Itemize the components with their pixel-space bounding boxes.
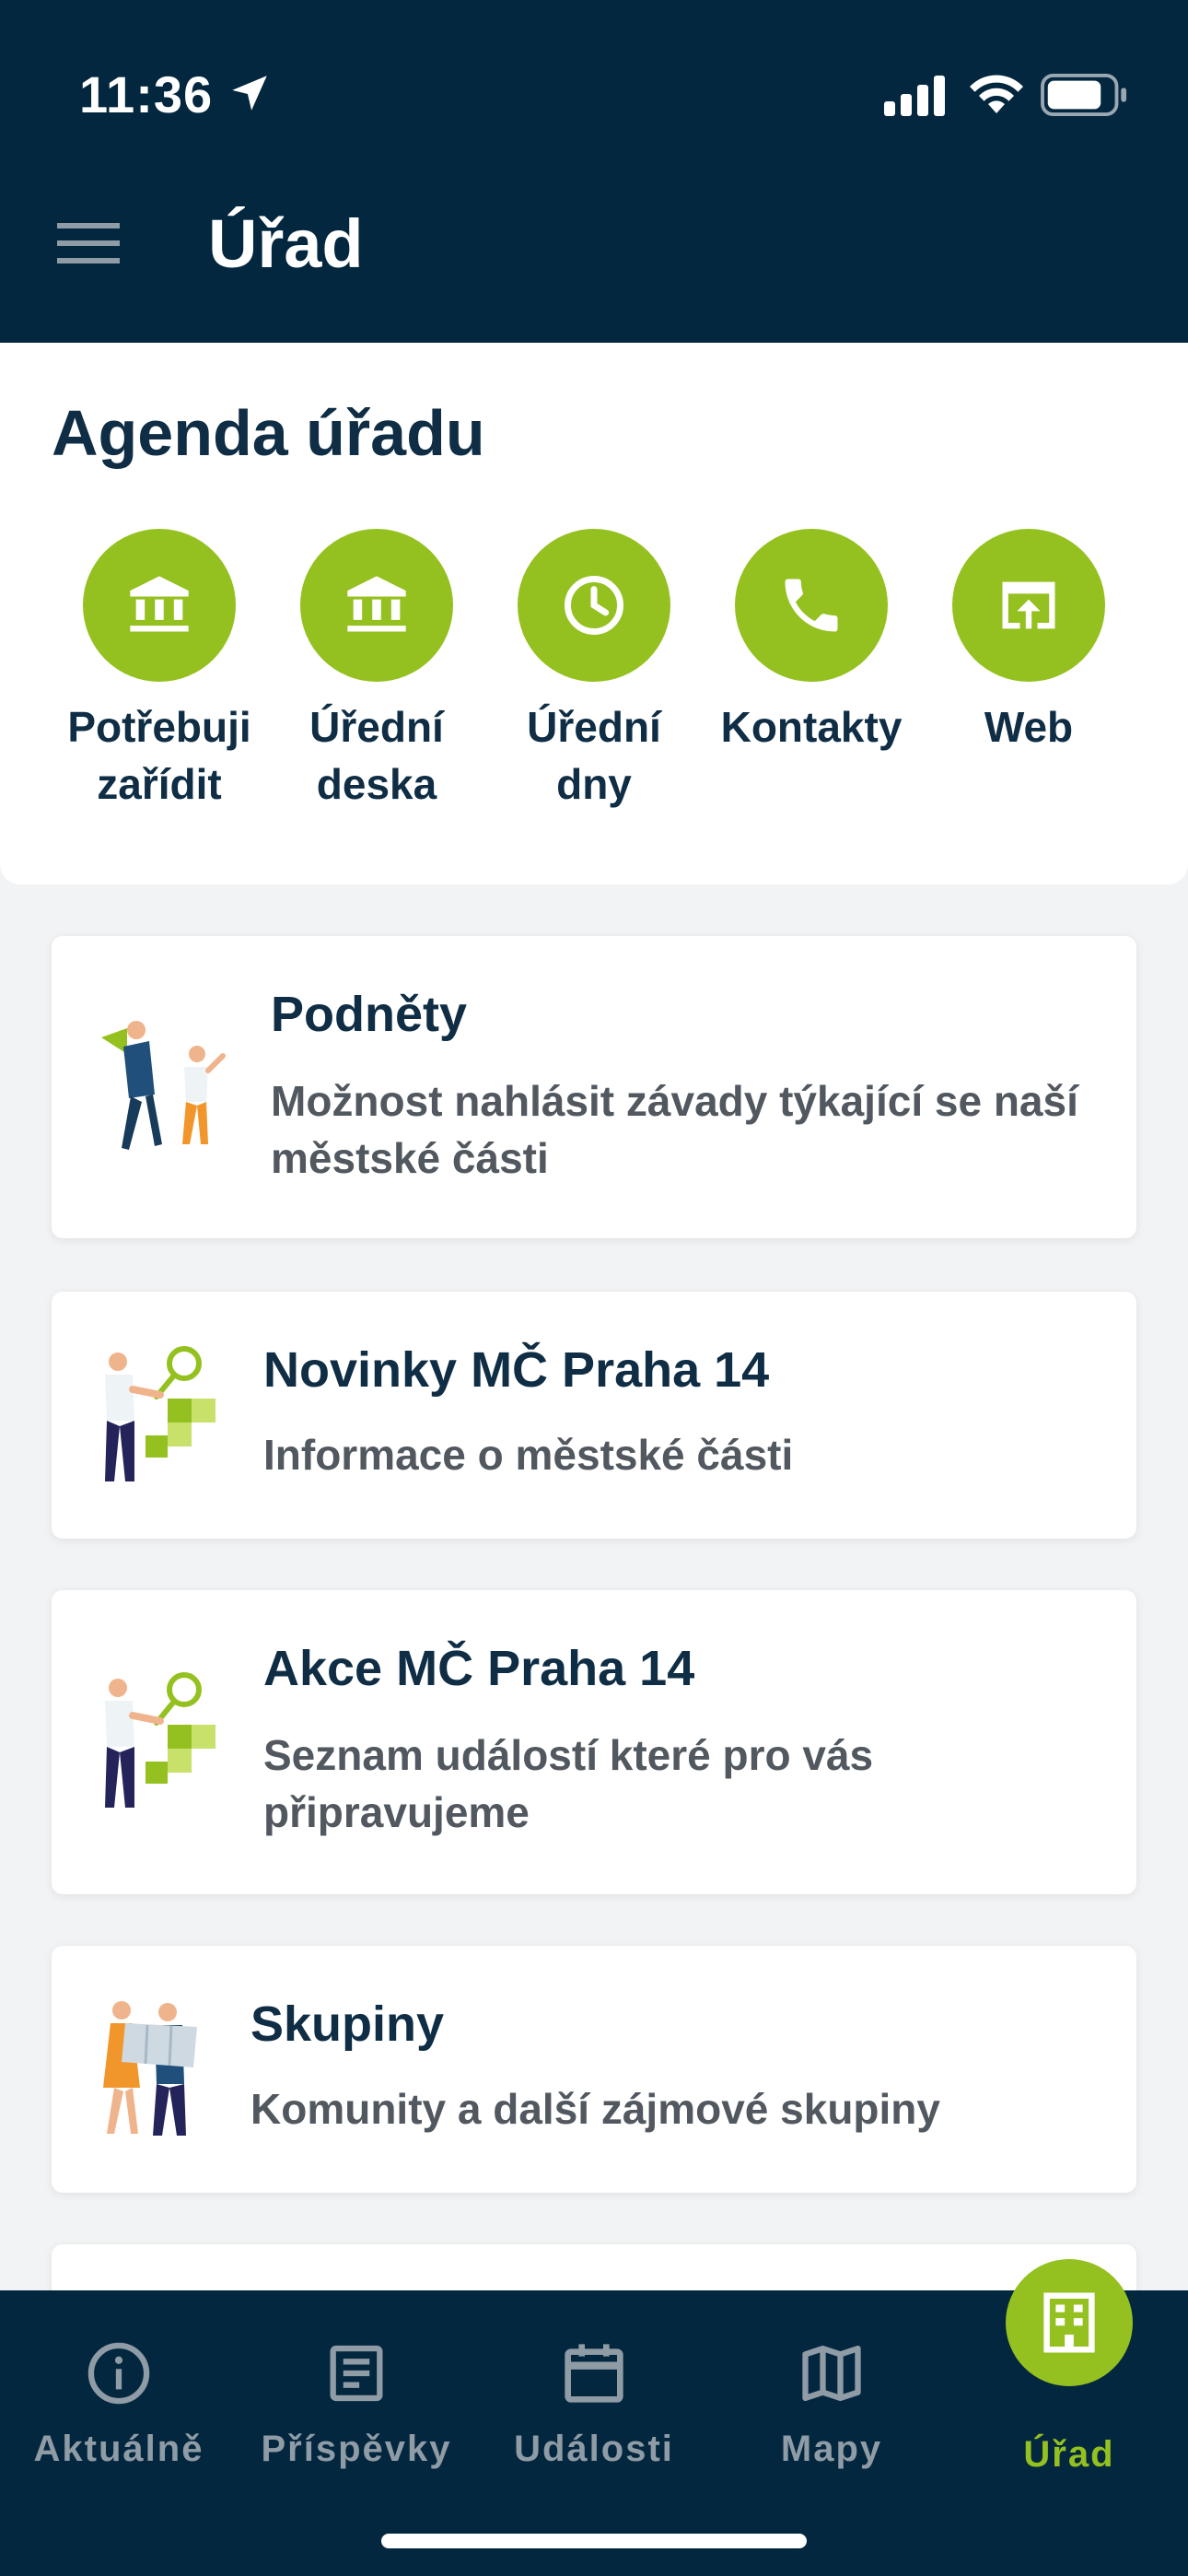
card-description: Komunity a další zájmové skupiny — [250, 2085, 940, 2133]
agenda-title: Agenda úřadu — [52, 397, 485, 469]
nav-label: Aktuálně — [33, 2429, 204, 2469]
card-skupiny[interactable]: Skupiny Komunity a další zájmové skupiny — [52, 1946, 1136, 2193]
nav-item-mapy[interactable]: Mapy — [713, 2318, 950, 2470]
megaphone-people-illustration — [101, 1021, 226, 1150]
quick-action-label: Potřebuji zařídit — [67, 703, 251, 808]
quick-action-circle[interactable] — [735, 529, 888, 682]
nav-label: Příspěvky — [261, 2429, 452, 2469]
status-time: 11:36 — [79, 65, 214, 123]
open-in-browser-icon — [1002, 581, 1055, 629]
wifi-icon — [970, 75, 1023, 113]
card-akce[interactable]: Akce MČ Praha 14 Seznam událostí které p… — [52, 1590, 1136, 1894]
calendar-icon — [565, 2344, 623, 2403]
card-title: Novinky MČ Praha 14 — [263, 1342, 770, 1398]
agenda-section: Agenda úřadu Potřebuji zařídit Úřední de… — [0, 343, 1188, 884]
nav-item-udalosti[interactable]: Události — [475, 2318, 713, 2470]
clock-icon — [565, 576, 623, 635]
nav-label-active: Úřad — [1023, 2434, 1115, 2475]
map-people-illustration — [103, 2001, 197, 2136]
bank-icon — [347, 576, 406, 632]
quick-action-label: Úřední deska — [309, 703, 444, 808]
nav-label: Mapy — [780, 2429, 883, 2469]
top-app-bar: 11:36 Úřad — [0, 0, 1188, 343]
quick-action-circle[interactable] — [952, 529, 1105, 682]
cellular-signal-icon — [884, 76, 945, 116]
building-icon — [1043, 2292, 1095, 2353]
nav-active-indicator[interactable] — [1006, 2259, 1133, 2386]
quick-action-potrebuji-zaridit[interactable]: Potřebuji zařídit — [51, 529, 268, 813]
home-indicator[interactable] — [381, 2534, 807, 2548]
card-podnety[interactable]: Podněty Možnost nahlásit závady týkající… — [52, 936, 1136, 1238]
quick-action-uredni-dny[interactable]: Úřední dny — [485, 529, 703, 813]
quick-action-label: Web — [984, 703, 1074, 751]
quick-action-circle[interactable] — [83, 529, 236, 682]
map-icon — [802, 2345, 861, 2402]
battery-icon — [1041, 74, 1127, 116]
quick-action-kontakty[interactable]: Kontakty — [703, 529, 920, 755]
nav-item-prispevky[interactable]: Příspěvky — [238, 2318, 475, 2470]
quick-action-label: Kontakty — [720, 703, 903, 751]
phone-icon — [785, 579, 838, 632]
page-title: Úřad — [208, 205, 364, 282]
bank-icon — [130, 576, 189, 632]
info-icon — [87, 2342, 150, 2405]
location-arrow-icon — [232, 76, 267, 111]
hamburger-menu-icon[interactable] — [57, 219, 120, 267]
card-title: Akce MČ Praha 14 — [263, 1641, 695, 1696]
quick-action-label: Úřední dny — [527, 703, 661, 808]
quick-action-web[interactable]: Web — [920, 529, 1137, 755]
nav-item-aktualne[interactable]: Aktuálně — [0, 2318, 238, 2470]
article-icon — [330, 2345, 383, 2402]
search-people-illustration — [105, 1672, 215, 1808]
card-description: Seznam událostí které pro vás připravuje… — [263, 1731, 874, 1836]
nav-label: Události — [514, 2429, 674, 2469]
card-description: Možnost nahlásit závady týkající se naší… — [271, 1077, 1078, 1182]
search-people-illustration — [105, 1346, 215, 1481]
quick-action-uredni-deska[interactable]: Úřední deska — [268, 529, 485, 813]
card-novinky[interactable]: Novinky MČ Praha 14 Informace o městské … — [52, 1292, 1136, 1539]
card-title: Podněty — [271, 987, 468, 1042]
card-title: Skupiny — [250, 1996, 445, 2052]
card-description: Informace o městské části — [263, 1431, 794, 1479]
quick-action-circle[interactable] — [300, 529, 453, 682]
quick-action-circle[interactable] — [518, 529, 670, 682]
